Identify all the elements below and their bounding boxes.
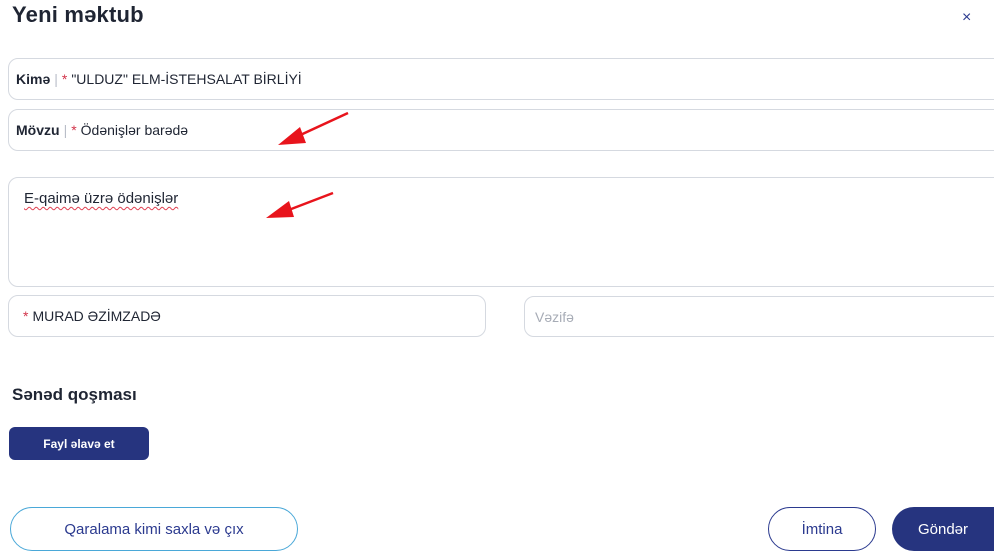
- recipient-value: "ULDUZ" ELM-İSTEHSALAT BİRLİYİ: [71, 71, 302, 87]
- recipient-field[interactable]: Kimə | * "ULDUZ" ELM-İSTEHSALAT BİRLİYİ: [8, 58, 994, 100]
- subject-separator: |: [63, 122, 68, 138]
- subject-label: Mövzu: [16, 122, 60, 138]
- recipient-separator: |: [54, 71, 58, 87]
- cancel-button[interactable]: İmtina: [768, 507, 876, 551]
- signer-required-mark: *: [23, 308, 29, 324]
- subject-field[interactable]: Mövzu | * Ödənişlər barədə: [8, 109, 994, 151]
- recipient-label: Kimə: [16, 71, 51, 87]
- new-letter-dialog: Yeni məktub × Kimə | * "ULDUZ" ELM-İSTEH…: [0, 0, 994, 557]
- letter-body-textarea[interactable]: E-qaimə üzrə ödənişlər: [8, 177, 994, 287]
- attachments-title: Sənəd qoşması: [12, 385, 137, 404]
- subject-required-mark: *: [71, 122, 77, 138]
- subject-value: Ödənişlər barədə: [80, 122, 189, 138]
- add-file-button[interactable]: Fayl əlavə et: [9, 427, 149, 460]
- signer-value: MURAD ƏZİMZADƏ: [32, 308, 161, 324]
- recipient-required-mark: *: [61, 71, 68, 87]
- letter-body-text: E-qaimə üzrə ödənişlər: [24, 190, 179, 207]
- send-button[interactable]: Göndər: [892, 507, 994, 551]
- signer-field[interactable]: * MURAD ƏZİMZADƏ: [8, 295, 486, 337]
- close-icon[interactable]: ×: [962, 10, 971, 26]
- dialog-title: Yeni məktub: [12, 2, 144, 27]
- position-input[interactable]: [524, 296, 994, 337]
- save-draft-button[interactable]: Qaralama kimi saxla və çıx: [10, 507, 298, 551]
